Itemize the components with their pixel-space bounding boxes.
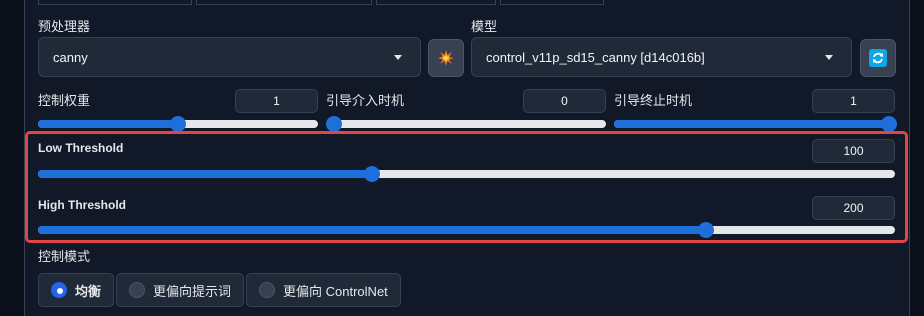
control-weight-slider-fill <box>38 120 178 128</box>
preprocessor-dropdown[interactable]: canny <box>38 37 421 77</box>
control-mode-option-controlnet[interactable]: 更偏向 ControlNet <box>246 273 401 307</box>
control-weight-slider-thumb[interactable] <box>170 116 186 132</box>
high-threshold-slider[interactable] <box>38 222 895 238</box>
chevron-down-icon <box>394 55 402 60</box>
control-mode-label: 控制模式 <box>38 249 91 264</box>
start-step-input[interactable]: 0 <box>523 89 606 113</box>
model-dropdown[interactable]: control_v11p_sd15_canny [d14c016b] <box>471 37 852 77</box>
preprocessor-value: canny <box>53 49 88 65</box>
top-tab-stub-1 <box>38 0 192 5</box>
control-mode-option-label: 均衡 <box>75 283 102 299</box>
end-step-label: 引导终止时机 <box>614 93 693 108</box>
control-weight-slider[interactable] <box>38 116 318 132</box>
control-mode-option-label: 更偏向提示词 <box>153 283 232 299</box>
radio-unchecked-icon <box>129 282 146 298</box>
control-mode-option-balanced[interactable]: 均衡 <box>38 273 115 307</box>
model-value: control_v11p_sd15_canny [d14c016b] <box>486 49 705 65</box>
radio-checked-icon <box>51 282 67 298</box>
high-threshold-slider-fill <box>38 226 707 234</box>
high-threshold-label: High Threshold <box>38 198 126 212</box>
top-tab-stub-4 <box>500 0 604 5</box>
end-step-input[interactable]: 1 <box>812 89 895 113</box>
low-threshold-input[interactable]: 100 <box>812 139 895 163</box>
control-mode-option-label: 更偏向 ControlNet <box>283 283 388 299</box>
end-step-slider-thumb[interactable] <box>881 116 897 132</box>
control-weight-input[interactable]: 1 <box>235 89 318 113</box>
start-step-slider[interactable] <box>326 116 606 132</box>
radio-unchecked-icon <box>259 282 276 298</box>
low-threshold-label: Low Threshold <box>38 141 124 155</box>
refresh-models-button[interactable] <box>860 39 896 77</box>
preprocessor-label: 预处理器 <box>38 19 91 34</box>
end-step-slider-fill <box>614 120 889 128</box>
control-weight-label: 控制权重 <box>38 93 91 108</box>
start-step-label: 引导介入时机 <box>326 93 405 108</box>
control-mode-option-prompt[interactable]: 更偏向提示词 <box>116 273 245 307</box>
refresh-icon <box>869 49 887 67</box>
chevron-down-icon <box>825 55 833 60</box>
top-tab-stub-2 <box>196 0 372 5</box>
end-step-slider[interactable] <box>614 116 897 132</box>
start-step-slider-thumb[interactable] <box>326 116 342 132</box>
model-label: 模型 <box>471 19 498 34</box>
low-threshold-slider-fill <box>38 170 373 178</box>
top-tab-stub-3 <box>376 0 496 5</box>
explosion-icon <box>438 50 454 66</box>
run-preprocessor-button[interactable] <box>428 39 464 77</box>
low-threshold-slider[interactable] <box>38 166 895 182</box>
control-mode-radio-group: 均衡 更偏向提示词 更偏向 ControlNet <box>38 273 401 307</box>
high-threshold-input[interactable]: 200 <box>812 196 895 220</box>
